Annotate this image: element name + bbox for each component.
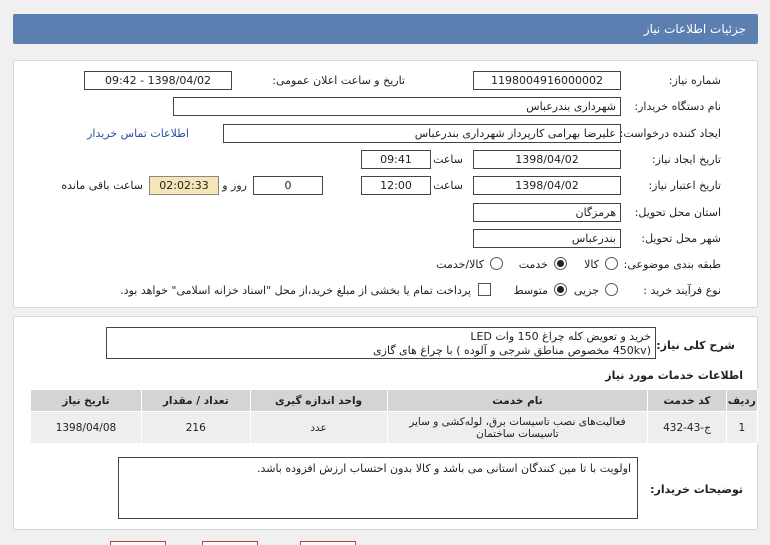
- created-date-label: تاریخ ایجاد نیاز:: [651, 153, 721, 166]
- remaining-time-field: 02:02:33: [149, 176, 219, 195]
- creator-label: ایجاد کننده درخواست:: [619, 127, 721, 140]
- summary-line-2: (450kv مخصوص مناطق شرجی و آلوده ) با چرا…: [373, 344, 651, 357]
- created-date-field[interactable]: 1398/04/02: [473, 150, 621, 169]
- need-info-panel: شماره نیاز: 1198004916000002 تاریخ و ساع…: [13, 60, 758, 308]
- buyer-notes-box: اولویت با تا مین کنندگان استانی می باشد …: [118, 457, 638, 519]
- category-radio-service[interactable]: [554, 257, 567, 270]
- validity-time-field[interactable]: 12:00: [361, 176, 431, 195]
- process-radio-minor[interactable]: [605, 283, 618, 296]
- page-header: جزئیات اطلاعات نیاز: [13, 14, 758, 44]
- category-option-goods-service: کالا/خدمت: [436, 258, 484, 271]
- city-label: شهر محل تحویل:: [641, 232, 721, 245]
- creator-field[interactable]: علیرضا بهرامی کارپرداز شهرداری بندرعباس: [223, 124, 621, 143]
- process-option-medium: متوسط: [513, 284, 548, 297]
- footer-button-1[interactable]: [110, 541, 166, 545]
- category-label: طبقه بندی موضوعی:: [623, 258, 721, 271]
- treasury-payment-note: پرداخت تمام یا بخشی از مبلغ خرید،از محل …: [120, 284, 471, 297]
- province-label: استان محل تحویل:: [634, 206, 721, 219]
- days-label: روز و: [222, 179, 247, 192]
- validity-label: تاریخ اعتبار نیاز:: [648, 179, 721, 192]
- buyer-org-label: نام دستگاه خریدار:: [634, 100, 721, 113]
- need-details-page: جزئیات اطلاعات نیاز شماره نیاز: 11980049…: [0, 0, 770, 545]
- services-title: اطلاعات خدمات مورد نیاز: [605, 369, 743, 382]
- category-option-goods: کالا: [584, 258, 599, 271]
- cell-quantity: 216: [140, 411, 251, 444]
- cell-service-name: فعالیت‌های نصب تاسیسات برق، لوله‌کشی و س…: [386, 411, 649, 444]
- validity-time-label: ساعت: [433, 179, 463, 192]
- col-row-number: ردیف: [725, 389, 759, 412]
- validity-date-field[interactable]: 1398/04/02: [473, 176, 621, 195]
- category-radio-goods-service[interactable]: [490, 257, 503, 270]
- remaining-label: ساعت باقی مانده: [61, 179, 143, 192]
- need-number-label: شماره نیاز:: [668, 74, 721, 87]
- process-option-minor: جزیی: [573, 284, 599, 297]
- created-time-field[interactable]: 09:41: [361, 150, 431, 169]
- announce-field[interactable]: 1398/04/02 - 09:42: [84, 71, 232, 90]
- summary-label: شرح کلی نیاز:: [656, 339, 735, 352]
- buyer-org-field[interactable]: شهرداری بندرعباس: [173, 97, 621, 116]
- need-number-field[interactable]: 1198004916000002: [473, 71, 621, 90]
- buyer-notes-label: توضیحات خریدار:: [650, 483, 743, 496]
- category-radio-goods[interactable]: [605, 257, 618, 270]
- buyer-contact-link[interactable]: اطلاعات تماس خریدار: [87, 127, 189, 140]
- cell-unit: عدد: [249, 411, 388, 444]
- footer-button-2[interactable]: [202, 541, 258, 545]
- cell-need-date: 1398/04/08: [30, 411, 142, 444]
- process-radio-medium[interactable]: [554, 283, 567, 296]
- services-table-header: ردیف کد خدمت نام خدمت واحد اندازه گیری ت…: [30, 389, 759, 412]
- summary-box: خرید و تعویض کله چراغ 150 وات LED (450kv…: [106, 327, 656, 359]
- city-field[interactable]: بندرعباس: [473, 229, 621, 248]
- col-service-code: کد خدمت: [647, 389, 727, 412]
- treasury-payment-checkbox[interactable]: [478, 283, 491, 296]
- col-need-date: تاریخ نیاز: [30, 389, 142, 412]
- category-option-service: خدمت: [518, 258, 548, 271]
- col-service-name: نام خدمت: [386, 389, 649, 412]
- services-table: ردیف کد خدمت نام خدمت واحد اندازه گیری ت…: [30, 389, 759, 444]
- cell-service-code: ج-43-432: [647, 411, 727, 444]
- col-unit: واحد اندازه گیری: [249, 389, 388, 412]
- days-field[interactable]: 0: [253, 176, 323, 195]
- province-field[interactable]: هرمزگان: [473, 203, 621, 222]
- page-title: جزئیات اطلاعات نیاز: [643, 22, 746, 36]
- summary-line-1: خرید و تعویض کله چراغ 150 وات LED: [470, 330, 651, 343]
- cell-row-number: 1: [725, 411, 759, 444]
- col-quantity: تعداد / مقدار: [140, 389, 251, 412]
- need-description-panel: شرح کلی نیاز: خرید و تعویض کله چراغ 150 …: [13, 316, 759, 530]
- announce-label: تاریخ و ساعت اعلان عمومی:: [272, 74, 405, 87]
- process-label: نوع فرآیند خرید :: [643, 284, 721, 297]
- footer-button-3[interactable]: [300, 541, 356, 545]
- table-row[interactable]: 1 ج-43-432 فعالیت‌های نصب تاسیسات برق، ل…: [30, 411, 759, 444]
- created-time-label: ساعت: [433, 153, 463, 166]
